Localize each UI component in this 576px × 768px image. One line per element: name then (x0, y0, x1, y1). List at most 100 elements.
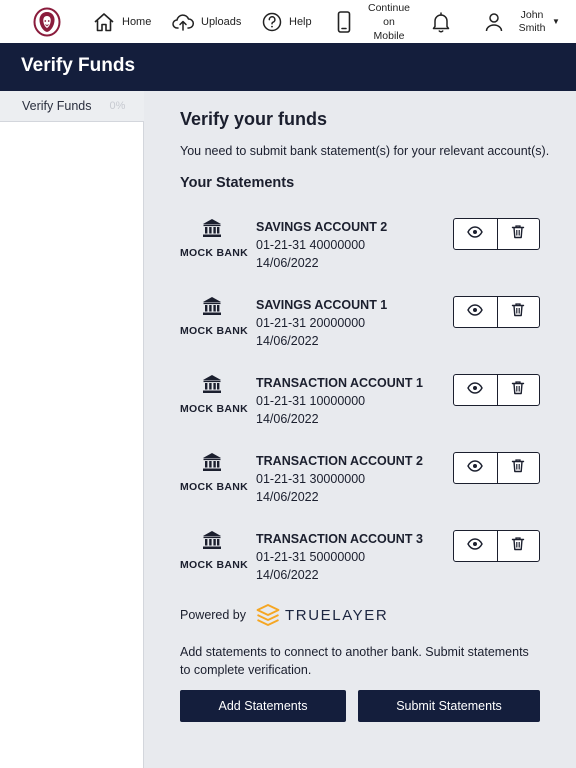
delete-statement-button[interactable] (496, 219, 540, 249)
bank-name: MOCK BANK (180, 325, 249, 337)
section-heading: Verify your funds (180, 109, 328, 129)
nav-help[interactable]: Help (262, 0, 312, 43)
sidebar-item-progress: 0% (109, 100, 126, 112)
bank-name: MOCK BANK (180, 559, 249, 571)
statement-date: 14/06/2022 (256, 334, 319, 348)
delete-statement-button[interactable] (496, 375, 540, 405)
account-details: SAVINGS ACCOUNT 1 01-21-31 20000000 14/06/… (256, 296, 387, 350)
trash-icon (511, 380, 525, 400)
page-title: Verify Funds (21, 55, 136, 76)
bank: MOCK BANK (180, 374, 249, 415)
account-number: 01-21-31 40000000 (256, 238, 366, 252)
statement-date: 14/06/2022 (256, 412, 319, 426)
page-title-bar: Verify Funds (0, 43, 576, 91)
chevron-down-icon: ▼ (552, 17, 560, 26)
nav-mobile-line3: Mobile (373, 29, 405, 42)
bank-name: MOCK BANK (180, 481, 249, 493)
statement-row: MOCK BANK SAVINGS ACCOUNT 1 01-21-31 20000… (180, 296, 540, 358)
account-name: TRANSACTION ACCOUNT 2 (256, 454, 423, 468)
eye-icon (467, 303, 484, 321)
view-statement-button[interactable] (454, 453, 497, 483)
upload-cloud-icon (172, 13, 194, 31)
bank-building-icon (180, 374, 244, 399)
sidebar-item-verify-funds[interactable]: Verify Funds 0% (0, 91, 144, 122)
account-number: 01-21-31 50000000 (256, 550, 366, 564)
statement-actions (453, 530, 540, 562)
delete-statement-button[interactable] (496, 531, 540, 561)
sidebar: Verify Funds 0% (0, 91, 144, 768)
truelayer-wordmark: TRUELAYER (285, 606, 389, 624)
trash-icon (511, 458, 525, 478)
user-last-name: Smith (518, 21, 546, 34)
bank: MOCK BANK (180, 296, 249, 337)
nav-help-label: Help (289, 15, 312, 28)
delete-statement-button[interactable] (496, 453, 540, 483)
user-icon (484, 12, 504, 32)
statement-date: 14/06/2022 (256, 490, 319, 504)
notifications-button[interactable] (431, 0, 451, 43)
eye-icon (467, 537, 484, 555)
nav-mobile-label: Continue on Mobile (361, 1, 417, 43)
bell-icon (431, 11, 451, 33)
statement-actions (453, 374, 540, 406)
user-first-name: John (520, 8, 544, 21)
nav-home[interactable]: Home (93, 0, 151, 43)
account-number: 01-21-31 10000000 (256, 394, 366, 408)
eye-icon (467, 225, 484, 243)
user-menu[interactable]: John Smith ▼ (484, 0, 560, 43)
home-icon (93, 12, 115, 32)
bank-name: MOCK BANK (180, 403, 249, 415)
truelayer-logo-icon: TRUELAYER (256, 604, 388, 626)
help-note: Add statements to connect to another ban… (180, 645, 529, 677)
powered-by: Powered by TRUELAYER (180, 604, 388, 626)
account-name: TRANSACTION ACCOUNT 3 (256, 532, 423, 546)
account-name: TRANSACTION ACCOUNT 1 (256, 376, 423, 390)
nav-uploads[interactable]: Uploads (172, 0, 241, 43)
statement-actions (453, 452, 540, 484)
powered-by-label: Powered by (180, 608, 247, 622)
delete-statement-button[interactable] (496, 297, 540, 327)
view-statement-button[interactable] (454, 219, 497, 249)
bank-building-icon (180, 218, 244, 243)
eye-icon (467, 459, 484, 477)
statement-date: 14/06/2022 (256, 568, 319, 582)
trash-icon (511, 302, 525, 322)
help-circle-icon (262, 12, 282, 32)
statement-row: MOCK BANK TRANSACTION ACCOUNT 1 01-21-31 1… (180, 374, 540, 436)
account-name: SAVINGS ACCOUNT 2 (256, 220, 388, 234)
lion-logo-icon[interactable] (33, 7, 61, 37)
user-name: John Smith (512, 9, 552, 35)
bank: MOCK BANK (180, 218, 249, 259)
submit-statements-button[interactable]: Submit Statements (358, 690, 540, 722)
account-details: TRANSACTION ACCOUNT 2 01-21-31 30000000 14… (256, 452, 423, 506)
bank-name: MOCK BANK (180, 247, 249, 259)
add-statements-button[interactable]: Add Statements (180, 690, 346, 722)
account-details: SAVINGS ACCOUNT 2 01-21-31 40000000 14/06/… (256, 218, 387, 272)
bank-building-icon (180, 530, 244, 555)
trash-icon (511, 224, 525, 244)
nav-mobile-line2: on (383, 15, 395, 28)
bank-building-icon (180, 296, 244, 321)
account-details: TRANSACTION ACCOUNT 3 01-21-31 50000000 14… (256, 530, 423, 584)
nav-continue-on-mobile[interactable]: Continue on Mobile (337, 0, 417, 43)
view-statement-button[interactable] (454, 375, 497, 405)
eye-icon (467, 381, 484, 399)
intro-text: You need to submit bank statement(s) for… (180, 144, 550, 158)
bank: MOCK BANK (180, 530, 249, 571)
statement-row: MOCK BANK TRANSACTION ACCOUNT 3 01-21-31 5… (180, 530, 540, 592)
bank-building-icon (180, 452, 244, 477)
view-statement-button[interactable] (454, 531, 497, 561)
account-name: SAVINGS ACCOUNT 1 (256, 298, 388, 312)
top-navigation: Home Uploads Help Continue on Mobile Joh… (0, 0, 576, 43)
sidebar-item-label: Verify Funds (22, 99, 92, 113)
mobile-phone-icon (337, 10, 351, 33)
statement-date: 14/06/2022 (256, 256, 319, 270)
statement-row: MOCK BANK SAVINGS ACCOUNT 2 01-21-31 40000… (180, 218, 540, 280)
trash-icon (511, 536, 525, 556)
statements-heading: Your Statements (180, 175, 295, 191)
account-number: 01-21-31 30000000 (256, 472, 366, 486)
statement-actions (453, 296, 540, 328)
nav-uploads-label: Uploads (201, 15, 242, 28)
view-statement-button[interactable] (454, 297, 497, 327)
nav-mobile-line1: Continue (367, 1, 411, 14)
